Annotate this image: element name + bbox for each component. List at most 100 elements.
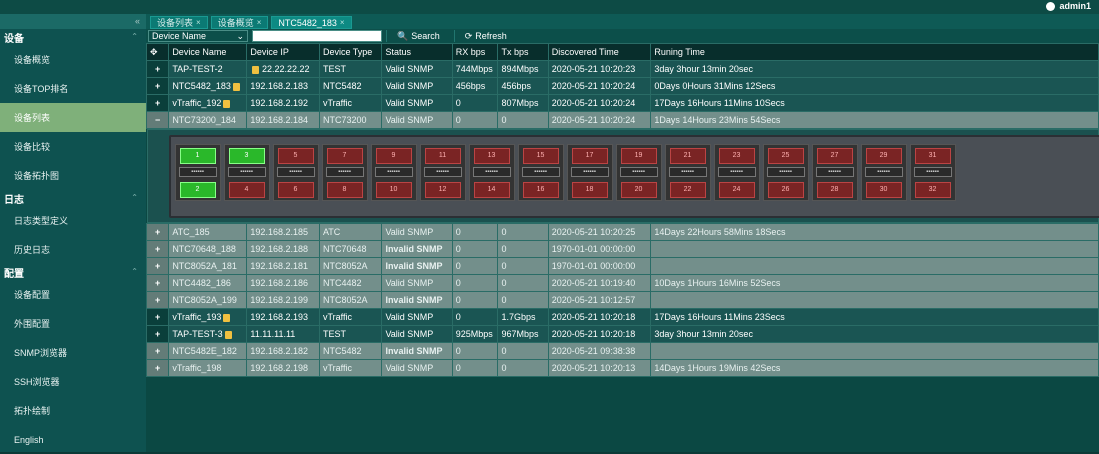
table-row[interactable]: + TAP-TEST-3 11.11.11.11 TEST Valid SNMP 925M… <box>145 325 1099 343</box>
port-led-strip: ▪▪▪▪▪▪ <box>619 167 658 177</box>
port-28[interactable]: 28 <box>816 182 853 198</box>
header-status[interactable]: Status <box>381 43 453 61</box>
expand-button[interactable]: + <box>145 291 170 309</box>
table-row[interactable]: + vTraffic_193 192.168.2.193 vTraffic Valid … <box>145 308 1099 326</box>
port-18[interactable]: 18 <box>571 182 608 198</box>
sidebar-item-log-type[interactable]: 日志类型定义 <box>0 206 146 235</box>
port-8[interactable]: 8 <box>326 182 363 198</box>
port-20[interactable]: 20 <box>620 182 657 198</box>
sidebar-collapse[interactable]: « <box>0 14 146 29</box>
port-23[interactable]: 23 <box>718 148 755 164</box>
tab-ntc5482[interactable]: NTC5482_183 × <box>271 16 352 29</box>
port-1[interactable]: 1 <box>179 148 216 164</box>
close-icon[interactable]: × <box>196 18 201 27</box>
port-30[interactable]: 30 <box>865 182 902 198</box>
chevron-up-icon: ⌃ <box>131 32 138 41</box>
search-input[interactable] <box>252 30 382 42</box>
header-device-ip[interactable]: Device IP <box>246 43 320 61</box>
table-row[interactable]: + NTC5482E_182 192.168.2.182 NTC5482 Invalid… <box>145 342 1099 360</box>
expand-button[interactable]: + <box>145 359 170 377</box>
header-expand[interactable]: ✥ <box>145 43 170 61</box>
expand-button[interactable]: + <box>145 94 170 112</box>
port-24[interactable]: 24 <box>718 182 755 198</box>
table-row[interactable]: + NTC70648_188 192.168.2.188 NTC70648 Invali… <box>145 240 1099 258</box>
port-3[interactable]: 3 <box>228 148 265 164</box>
sidebar-item-compare[interactable]: 设备比较 <box>0 132 146 161</box>
sidebar-item-device-config[interactable]: 设备配置 <box>0 280 146 309</box>
sidebar-item-topology-draw[interactable]: 拓扑绘制 <box>0 396 146 425</box>
close-icon[interactable]: × <box>340 18 345 27</box>
sidebar-item-peripheral-config[interactable]: 外围配置 <box>0 309 146 338</box>
user-menu[interactable]: admin1 <box>1046 1 1091 11</box>
port-16[interactable]: 16 <box>522 182 559 198</box>
close-icon[interactable]: × <box>257 18 262 27</box>
port-26[interactable]: 26 <box>767 182 804 198</box>
header-runing[interactable]: Runing Time <box>650 43 1099 61</box>
header-tx[interactable]: Tx bps <box>497 43 549 61</box>
tab-device-overview[interactable]: 设备概览 × <box>210 16 269 29</box>
port-group: 15 ▪▪▪▪▪▪ 16 <box>517 144 564 201</box>
port-group: 29 ▪▪▪▪▪▪ 30 <box>860 144 907 201</box>
table-row[interactable]: + NTC8052A_181 192.168.2.181 NTC8052A Invali… <box>145 257 1099 275</box>
port-25[interactable]: 25 <box>767 148 804 164</box>
header-device-name[interactable]: Device Name <box>168 43 248 61</box>
sidebar-item-top[interactable]: 设备TOP排名 <box>0 74 146 103</box>
tab-device-list[interactable]: 设备列表 × <box>150 16 208 29</box>
table-row[interactable]: + ATC_185 192.168.2.185 ATC Valid SNMP 0 0 2020… <box>145 223 1099 241</box>
port-12[interactable]: 12 <box>424 182 461 198</box>
expand-button[interactable]: + <box>145 77 170 95</box>
sidebar-item-english[interactable]: English <box>0 425 146 454</box>
expand-button[interactable]: + <box>145 60 170 78</box>
port-21[interactable]: 21 <box>669 148 706 164</box>
sidebar-item-topology[interactable]: 设备拓扑图 <box>0 161 146 190</box>
port-13[interactable]: 13 <box>473 148 510 164</box>
port-4[interactable]: 4 <box>228 182 265 198</box>
port-17[interactable]: 17 <box>571 148 608 164</box>
port-19[interactable]: 19 <box>620 148 657 164</box>
sidebar-item-snmp-browser[interactable]: SNMP浏览器 <box>0 338 146 367</box>
sidebar-item-overview[interactable]: 设备概览 <box>0 45 146 74</box>
expand-button[interactable]: + <box>145 274 170 292</box>
port-22[interactable]: 22 <box>669 182 706 198</box>
port-5[interactable]: 5 <box>277 148 314 164</box>
expand-button[interactable]: + <box>145 308 170 326</box>
search-button[interactable]: 🔍 Search <box>386 30 450 42</box>
section-config[interactable]: 配置 ⌃ <box>0 264 146 280</box>
expand-button[interactable]: + <box>145 240 170 258</box>
table-row[interactable]: + TAP-TEST-2 22.22.22.22 TEST Valid SNMP… <box>145 60 1099 78</box>
port-27[interactable]: 27 <box>816 148 853 164</box>
expand-button[interactable]: + <box>145 257 170 275</box>
expand-button[interactable]: + <box>145 223 170 241</box>
port-9[interactable]: 9 <box>375 148 412 164</box>
section-device[interactable]: 设备 ⌃ <box>0 29 146 45</box>
expand-button[interactable]: + <box>145 325 170 343</box>
port-6[interactable]: 6 <box>277 182 314 198</box>
header-device-type[interactable]: Device Type <box>318 43 383 61</box>
table-row[interactable]: + NTC4482_186 192.168.2.186 NTC4482 Valid SN… <box>145 274 1099 292</box>
header-discovered[interactable]: Discovered Time <box>547 43 652 61</box>
collapse-button[interactable]: − <box>145 111 170 129</box>
sidebar-item-history-log[interactable]: 历史日志 <box>0 235 146 264</box>
header-rx[interactable]: RX bps <box>451 43 499 61</box>
port-31[interactable]: 31 <box>914 148 951 164</box>
table-row[interactable]: + NTC5482_183 192.168.2.183 NTC5482 Vali… <box>145 77 1099 95</box>
table-row[interactable]: + vTraffic_198 192.168.2.198 vTraffic Valid … <box>145 359 1099 377</box>
expand-button[interactable]: + <box>145 342 170 360</box>
table-row[interactable]: + NTC8052A_199 192.168.2.199 NTC8052A Invali… <box>145 291 1099 309</box>
port-29[interactable]: 29 <box>865 148 902 164</box>
port-32[interactable]: 32 <box>914 182 951 198</box>
table-row[interactable]: + vTraffic_192 192.168.2.192 vTraffic Va… <box>145 94 1099 112</box>
sidebar-item-ssh-browser[interactable]: SSH浏览器 <box>0 367 146 396</box>
port-10[interactable]: 10 <box>375 182 412 198</box>
sidebar-item-device-list[interactable]: 设备列表 <box>0 103 146 132</box>
table-row[interactable]: − NTC73200_184 192.168.2.184 NTC73200 Va… <box>145 111 1099 129</box>
search-field-select[interactable]: Device Name ⌄ <box>148 30 248 42</box>
refresh-button[interactable]: ⟳ Refresh <box>453 30 517 42</box>
port-15[interactable]: 15 <box>522 148 559 164</box>
port-2[interactable]: 2 <box>179 182 216 198</box>
section-log[interactable]: 日志 ⌃ <box>0 190 146 206</box>
port-7[interactable]: 7 <box>326 148 363 164</box>
port-14[interactable]: 14 <box>473 182 510 198</box>
port-11[interactable]: 11 <box>424 148 461 164</box>
sidebar: « 设备 ⌃ 设备概览 设备TOP排名 设备列表 设备比较 设备拓扑图 日志 ⌃ 日… <box>0 14 146 452</box>
